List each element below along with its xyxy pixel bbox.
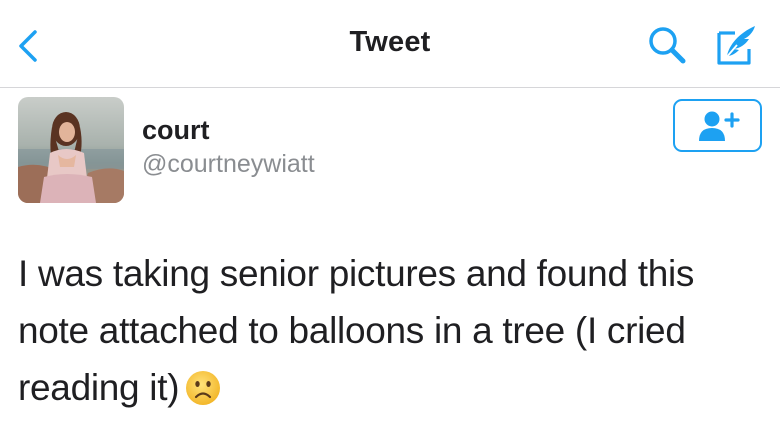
avatar-photo [18,97,124,203]
slightly-frowning-face-emoji-icon [185,365,221,422]
tweet-text: I was taking senior pictures and found t… [18,253,695,408]
search-icon [649,27,686,64]
author-handle[interactable]: @courtneywiatt [142,150,315,179]
tweet-body: I was taking senior pictures and found t… [18,245,768,422]
add-user-icon [698,111,740,141]
tweet-detail-screen: Tweet court @courtneywiatt I was taking … [0,0,780,424]
search-button[interactable] [643,21,691,69]
compose-feather-icon [717,26,755,65]
avatar[interactable] [18,97,124,203]
author-display-name[interactable]: court [142,115,210,146]
navigation-bar: Tweet [0,0,780,88]
compose-button[interactable] [712,20,762,70]
follow-button[interactable] [673,99,762,152]
